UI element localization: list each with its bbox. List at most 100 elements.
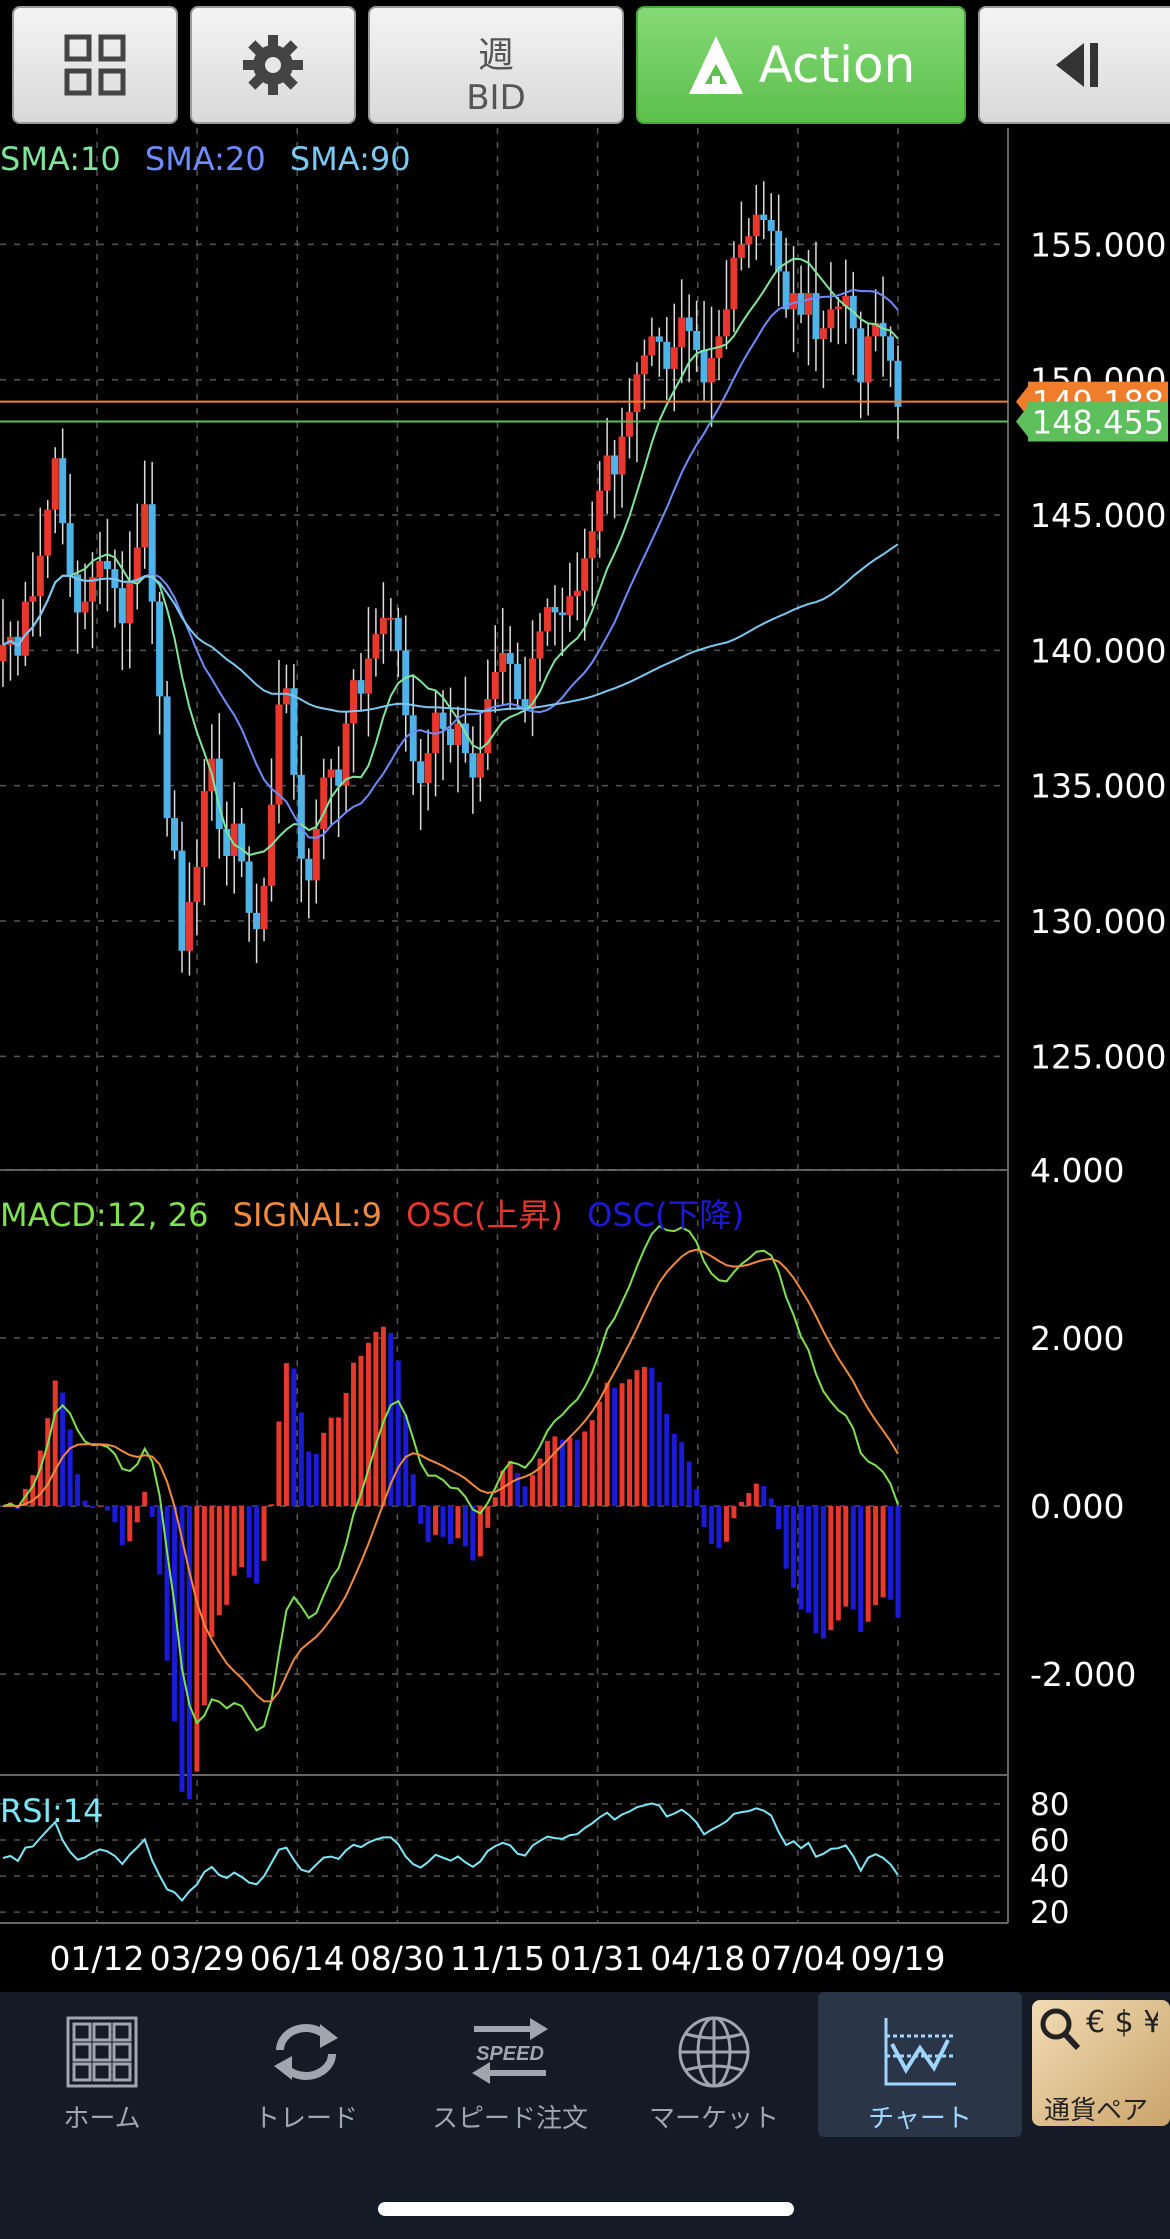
osc-bar-down [470,1506,476,1561]
candle-body-up [670,347,678,369]
currency-symbols-icon: € $ ¥ [1040,2005,1158,2051]
home-grid-icon [66,2016,138,2088]
candle-body-down [163,696,171,819]
osc-bar-up [746,1493,752,1507]
candle-body-up [185,902,193,951]
layout-grid-button[interactable] [12,6,178,124]
candle-body-up [21,601,29,656]
nav-market[interactable]: マーケット [612,1992,816,2137]
candle-body-down [417,761,425,783]
trade-arrows-icon [274,2024,338,2080]
candle-body-up [260,885,268,930]
candle-body-up [29,596,37,602]
candle-body-down [767,220,775,231]
chart-canvas[interactable]: 01/12 03/29 06/14 08/30 11/15 01/31 04/18 07/04… [0,0,1170,1992]
osc-bar-down [649,1367,655,1507]
sma-legend: SMA:10 SMA:20 SMA:90 [0,140,411,178]
candle-body-down [156,601,164,697]
macd-axis-label: 0.000 [1030,1487,1124,1526]
macd-axis-label: -2.000 [1030,1655,1136,1694]
osc-bar-down [112,1506,118,1523]
nav-chart-label: チャート [868,2104,972,2134]
osc-bar-up [358,1355,364,1507]
globe-icon [678,2016,750,2088]
home-indicator [378,2202,794,2216]
candle-body-up [499,653,507,673]
x-axis-date-label: 07/04 [750,1939,845,1978]
osc-bar-down [559,1439,565,1507]
osc-bar-down [462,1506,468,1547]
x-axis-date-label: 09/19 [850,1939,945,1978]
osc-bar-down [60,1392,66,1507]
osc-bar-down [694,1489,700,1507]
action-button[interactable]: Action [636,6,966,124]
gear-icon [243,35,303,95]
x-axis-date-label: 01/31 [550,1939,645,1978]
action-label: Action [758,36,916,94]
candle-body-up [424,753,432,783]
osc-bar-up [127,1506,133,1542]
nav-trade[interactable]: トレード [204,1992,408,2137]
osc-bar-down [768,1498,774,1507]
candle-body-down [245,861,253,913]
osc-bar-up [261,1506,267,1561]
osc-bar-up [835,1506,841,1621]
osc-bar-up [97,1506,103,1507]
candle-body-up [543,607,551,632]
candle-body-down [663,341,671,369]
osc-bar-up [142,1491,148,1507]
osc-bar-down [671,1433,677,1507]
macd-line [2,1224,899,1732]
candle-body-down [148,504,156,602]
nav-home[interactable]: ホーム [0,1992,204,2137]
candle-body-up [133,547,141,583]
price-axis-label: 130.000 [1030,902,1166,941]
candle-body-up [44,509,52,556]
x-axis-date-label: 01/12 [49,1939,144,1978]
osc-bar-up [433,1506,439,1535]
nav-speed-order[interactable]: SPEED スピード注文 [408,1992,612,2137]
candle-body-down [402,650,410,716]
candle-body-down [66,523,74,575]
candle-body-down [238,823,246,862]
candle-body-down [178,850,186,951]
osc-bar-up [216,1506,222,1616]
osc-bar-up [731,1506,737,1519]
currency-icon-text: € $ ¥ [1086,2005,1158,2040]
settings-button[interactable] [190,6,356,124]
candle-body-up [573,590,581,597]
osc-bar-down [612,1387,618,1507]
timeframe-bid-button[interactable]: 週 BID [368,6,624,124]
rsi-line [2,1802,899,1903]
candle-body-down [611,455,619,475]
collapse-panel-button[interactable] [978,6,1170,124]
osc-bar-up [530,1475,536,1507]
rsi-axis-label: 20 [1030,1895,1069,1931]
osc-bar-down [656,1382,662,1507]
currency-pair-button[interactable]: € $ ¥ 通貨ペア [1032,2000,1170,2126]
osc-bar-up [328,1417,334,1507]
osc-bar-down [410,1474,416,1507]
candle-body-down [290,688,298,775]
osc-bar-up [738,1501,744,1507]
candle-body-down [439,712,447,729]
osc-bar-down [709,1506,715,1545]
candle-body-up [491,672,499,700]
osc-bar-up [351,1362,357,1507]
osc-bar-up [828,1506,834,1631]
sma90-legend: SMA:90 [289,140,411,178]
osc-bar-up [492,1497,498,1507]
osc-bar-down [761,1486,767,1507]
candle-body-down [558,612,566,616]
osc-bar-down [186,1506,192,1800]
signal-line [2,1248,899,1703]
nav-chart[interactable]: チャート [818,1992,1022,2137]
candle-body-down [514,663,522,700]
macd-legend: MACD:12, 26 SIGNAL:9 OSC(上昇) OSC(下降) [0,1190,744,1236]
osc-bar-up [723,1506,729,1542]
candle-body-down [894,360,902,407]
candle-body-up [342,723,350,786]
candle-body-down [700,349,708,383]
rsi-axis-label: 80 [1030,1787,1069,1823]
rsi-axis-label: 60 [1030,1823,1069,1859]
